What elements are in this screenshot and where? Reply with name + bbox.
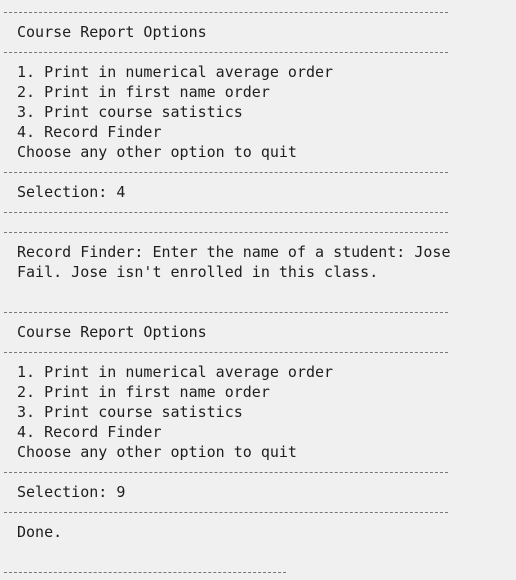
separator [4,572,286,573]
menu-title: Course Report Options [17,23,207,41]
menu-option-3: 3. Print course satistics [17,403,243,421]
separator [4,232,448,233]
selection-line[interactable]: Selection: 4 [17,182,125,202]
menu-option-1: 1. Print in numerical average order [17,63,334,81]
separator [4,172,448,173]
menu-title: Course Report Options [17,323,207,341]
menu-option-1: 1. Print in numerical average order [17,363,334,381]
separator [4,512,448,513]
separator [4,312,448,313]
menu-option-2: 2. Print in first name order [17,383,270,401]
selection-line[interactable]: Selection: 9 [17,482,125,502]
separator [4,352,448,353]
separator [4,12,448,13]
menu-option-3: 3. Print course satistics [17,103,243,121]
console-output: Course Report Options 1. Print in numeri… [0,0,516,580]
done-message: Done. [17,523,63,541]
quit-hint: Choose any other option to quit [17,143,297,161]
separator [4,472,448,473]
menu-option-4: 4. Record Finder [17,423,162,441]
separator [4,52,448,53]
record-finder-result: Fail. Jose isn't enrolled in this class. [17,263,379,281]
record-finder-prompt[interactable]: Record Finder: Enter the name of a stude… [17,242,450,262]
separator [4,212,448,213]
menu-option-2: 2. Print in first name order [17,83,270,101]
quit-hint: Choose any other option to quit [17,443,297,461]
menu-option-4: 4. Record Finder [17,123,162,141]
